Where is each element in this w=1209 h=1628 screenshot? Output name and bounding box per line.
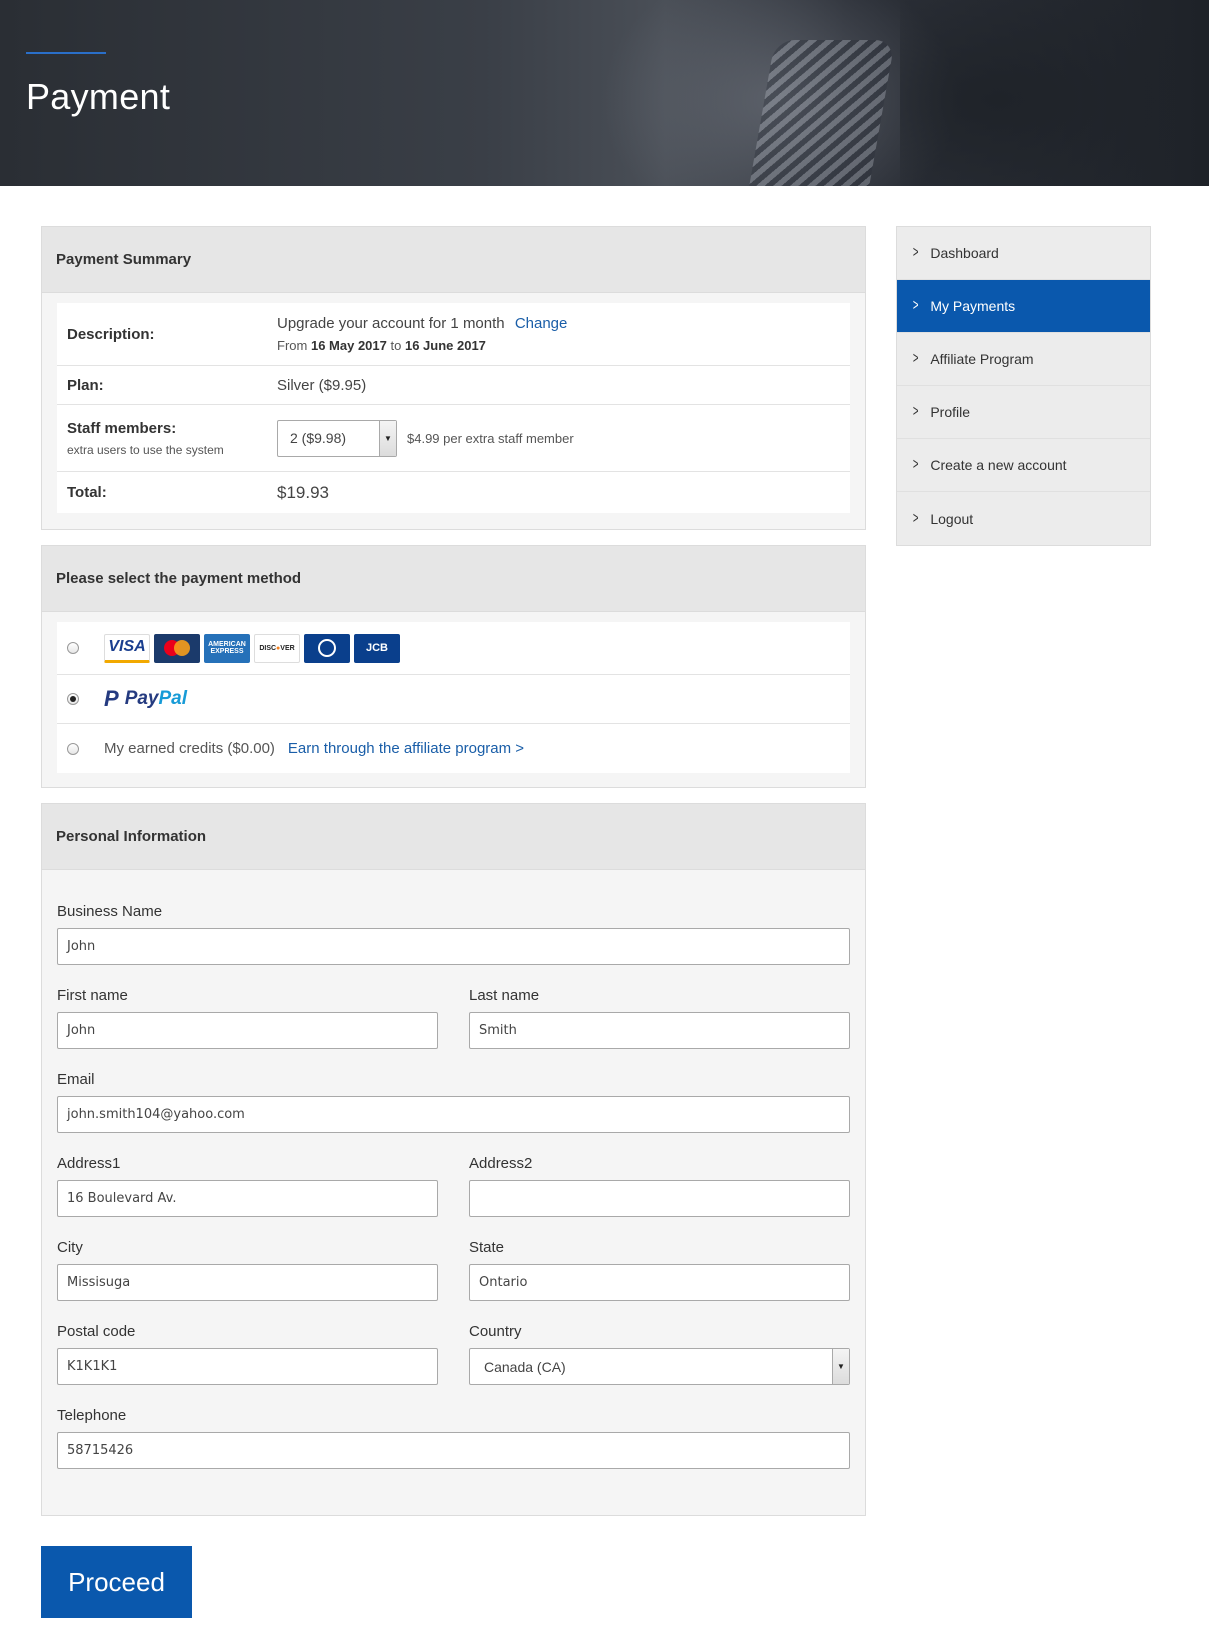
sidebar-item-label: Profile xyxy=(930,404,971,420)
address2-input[interactable] xyxy=(469,1180,850,1217)
email-label: Email xyxy=(57,1071,95,1088)
country-label: Country xyxy=(469,1323,522,1340)
country-select[interactable]: Canada (CA) ▼ xyxy=(469,1348,850,1385)
chevron-right-icon: > xyxy=(912,350,919,367)
chevron-right-icon: > xyxy=(912,456,919,473)
affiliate-program-link[interactable]: Earn through the affiliate program > xyxy=(288,740,524,757)
sidebar-item-dashboard[interactable]: > Dashboard xyxy=(897,227,1150,280)
payment-method-panel: Please select the payment method VISA AM… xyxy=(41,545,866,788)
plan-value: Silver ($9.95) xyxy=(277,376,367,394)
first-name-input[interactable]: John xyxy=(57,1012,438,1049)
summary-row-description: Description: Upgrade your account for 1 … xyxy=(57,303,850,366)
state-label: State xyxy=(469,1239,505,1256)
sidebar-item-affiliate-program[interactable]: > Affiliate Program xyxy=(897,333,1150,386)
sidebar-item-label: Affiliate Program xyxy=(930,351,1034,367)
summary-table: Description: Upgrade your account for 1 … xyxy=(57,303,850,513)
business-name-input[interactable]: John xyxy=(57,928,850,965)
address1-label: Address1 xyxy=(57,1155,121,1172)
business-name-label: Business Name xyxy=(57,903,163,920)
date-to: 16 June 2017 xyxy=(404,338,486,353)
sidebar-item-create-account[interactable]: > Create a new account xyxy=(897,439,1150,492)
payment-option-credits[interactable]: My earned credits ($0.00) Earn through t… xyxy=(57,724,850,773)
change-plan-link[interactable]: Change xyxy=(515,315,568,332)
mastercard-icon xyxy=(154,633,200,663)
date-from-word: From xyxy=(277,338,308,353)
jcb-icon: JCB xyxy=(354,633,400,663)
staff-selected-value: 2 ($9.98) xyxy=(290,430,347,446)
chevron-right-icon: > xyxy=(912,403,919,420)
summary-row-staff: Staff members: extra users to use the sy… xyxy=(57,405,850,472)
visa-icon: VISA xyxy=(104,633,150,663)
chevron-right-icon: > xyxy=(912,297,919,314)
email-input[interactable]: john.smith104@yahoo.com xyxy=(57,1096,850,1133)
sidebar-item-label: My Payments xyxy=(930,298,1016,314)
chevron-right-icon: > xyxy=(912,244,919,261)
payment-summary-panel: Payment Summary Description: Upgrade you… xyxy=(41,226,866,530)
dropdown-arrow-icon: ▼ xyxy=(832,1349,849,1384)
country-selected-value: Canada (CA) xyxy=(484,1358,566,1375)
staff-members-select[interactable]: 2 ($9.98) ▼ xyxy=(277,419,397,457)
date-to-word: to xyxy=(390,338,402,353)
address2-label: Address2 xyxy=(469,1155,533,1172)
title-accent-line xyxy=(26,52,106,54)
sidebar-item-my-payments[interactable]: > My Payments xyxy=(897,280,1150,333)
staff-price-note: $4.99 per extra staff member xyxy=(407,430,574,446)
last-name-input[interactable]: Smith xyxy=(469,1012,850,1049)
proceed-button[interactable]: Proceed xyxy=(41,1546,192,1618)
total-value: $19.93 xyxy=(277,482,329,502)
city-input[interactable]: Missisuga xyxy=(57,1264,438,1301)
personal-info-panel: Personal Information Business Name John … xyxy=(41,803,866,1516)
postal-code-label: Postal code xyxy=(57,1323,136,1340)
radio-credits[interactable] xyxy=(67,742,79,755)
telephone-label: Telephone xyxy=(57,1407,127,1424)
account-sidebar-nav: > Dashboard > My Payments > Affiliate Pr… xyxy=(896,226,1151,546)
summary-row-total: Total: $19.93 xyxy=(57,472,850,513)
total-label: Total: xyxy=(67,484,107,501)
plan-label: Plan: xyxy=(67,376,104,394)
telephone-input[interactable]: 58715426 xyxy=(57,1432,850,1469)
summary-row-plan: Plan: Silver ($9.95) xyxy=(57,366,850,405)
radio-paypal[interactable] xyxy=(67,693,79,705)
date-from: 16 May 2017 xyxy=(310,338,387,353)
postal-code-input[interactable]: K1K1K1 xyxy=(57,1348,438,1385)
description-text: Upgrade your account for 1 month xyxy=(277,315,505,332)
discover-icon: DISC ● VER xyxy=(254,633,300,663)
sidebar-item-logout[interactable]: > Logout xyxy=(897,492,1150,545)
address1-input[interactable]: 16 Boulevard Av. xyxy=(57,1180,438,1217)
payment-option-paypal[interactable]: P Pay Pal xyxy=(57,675,850,724)
personal-info-title: Personal Information xyxy=(42,804,865,870)
amex-icon: AMERICAN EXPRESS xyxy=(204,633,250,663)
sidebar-item-label: Dashboard xyxy=(930,245,999,261)
city-label: City xyxy=(57,1239,83,1256)
state-input[interactable]: Ontario xyxy=(469,1264,850,1301)
first-name-label: First name xyxy=(57,987,128,1004)
payment-method-title: Please select the payment method xyxy=(42,546,865,612)
sidebar-item-profile[interactable]: > Profile xyxy=(897,386,1150,439)
dropdown-arrow-icon: ▼ xyxy=(379,420,396,456)
radio-cards[interactable] xyxy=(67,642,79,654)
description-label: Description: xyxy=(67,325,155,343)
staff-label: Staff members: xyxy=(67,419,177,437)
sidebar-item-label: Create a new account xyxy=(930,457,1067,473)
last-name-label: Last name xyxy=(469,987,540,1004)
paypal-icon: P xyxy=(104,686,119,711)
page-title: Payment xyxy=(26,76,171,117)
credits-label: My earned credits ($0.00) xyxy=(104,740,275,757)
paypal-logo: P Pay Pal xyxy=(104,686,188,711)
chevron-right-icon: > xyxy=(912,509,919,527)
hero-background-shadow xyxy=(900,0,1209,186)
payment-summary-title: Payment Summary xyxy=(42,227,865,293)
diners-club-icon xyxy=(304,633,350,663)
payment-option-cards[interactable]: VISA AMERICAN EXPRESS DISC ● VER JCB xyxy=(57,622,850,675)
page-hero: Payment xyxy=(0,0,1209,186)
sidebar-item-label: Logout xyxy=(930,510,974,527)
staff-sublabel: extra users to use the system xyxy=(67,442,224,457)
